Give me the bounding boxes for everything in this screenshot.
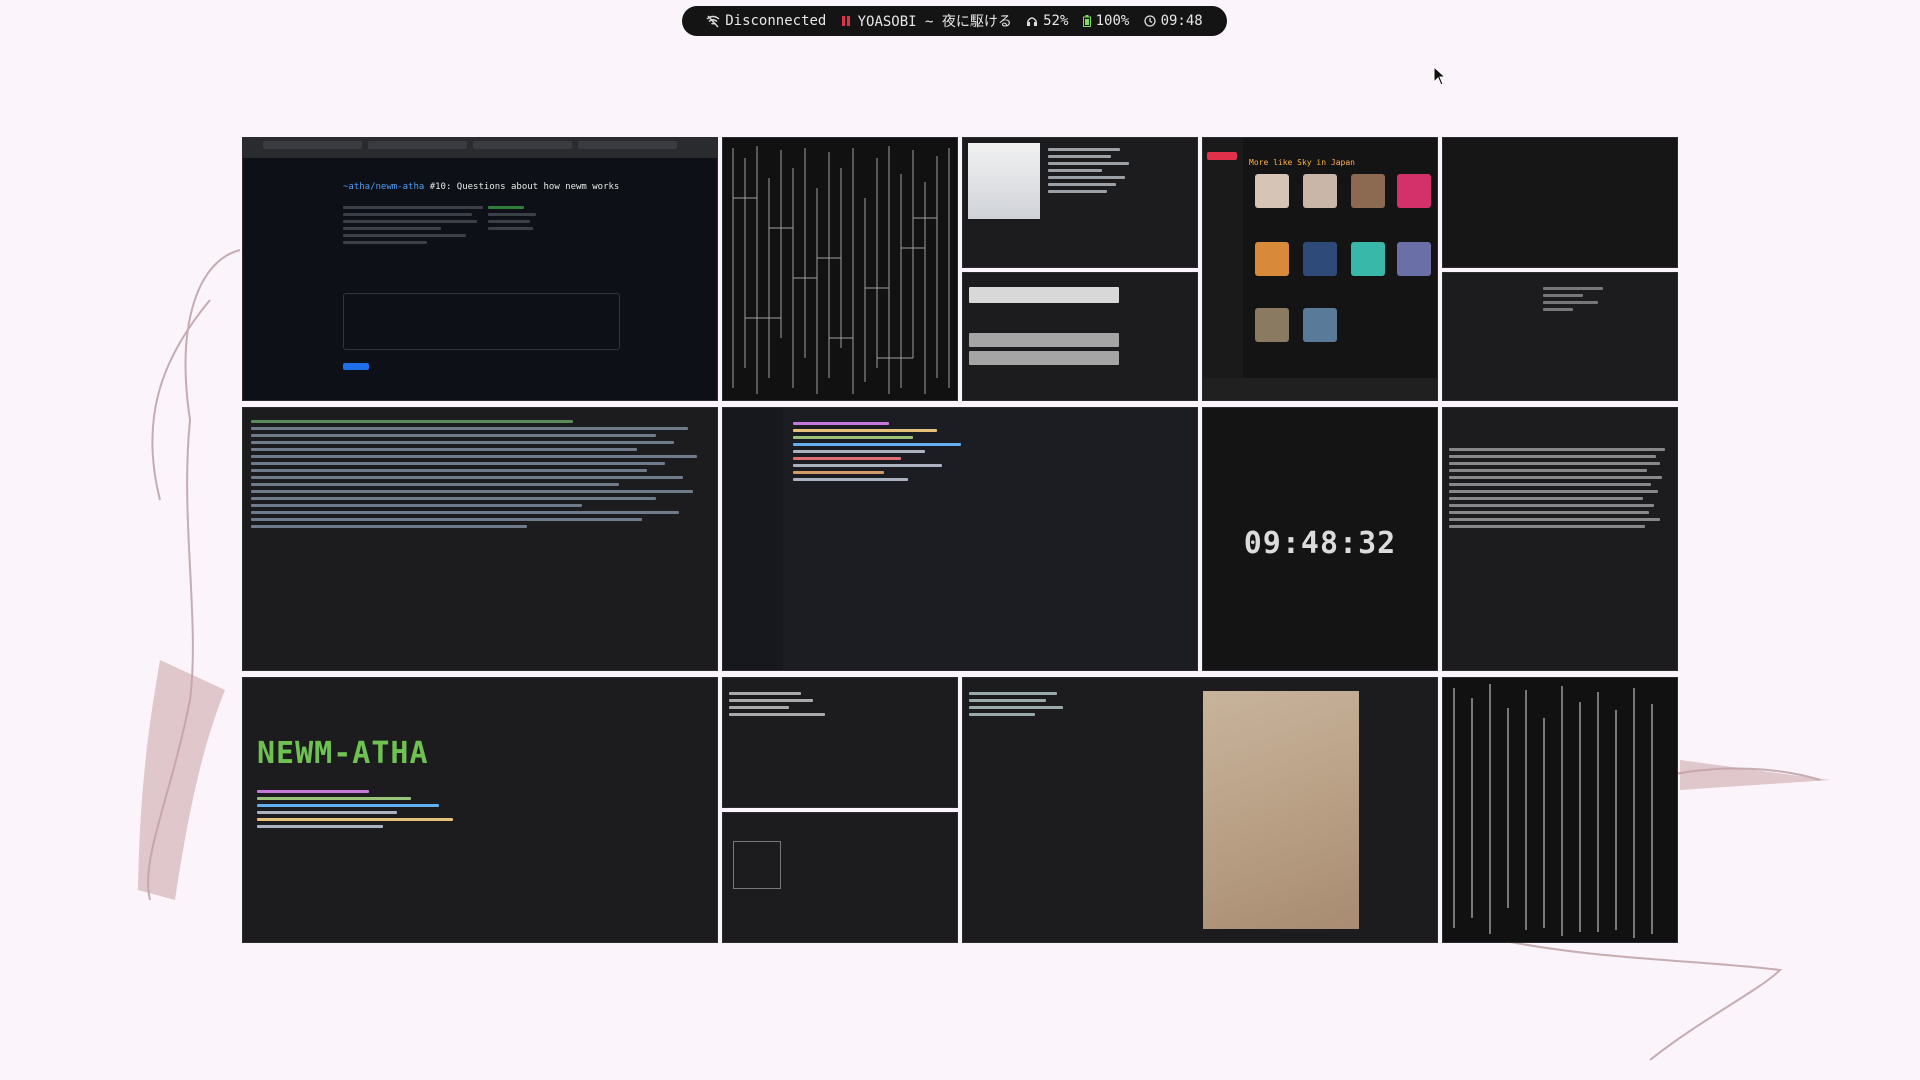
monitor-bars	[1543, 287, 1643, 315]
mouse-cursor-icon	[1433, 66, 1447, 86]
window-fetch-info[interactable]	[962, 137, 1198, 268]
ascii-row-2	[969, 333, 1119, 369]
battery-label: 100%	[1095, 13, 1130, 29]
file-list	[729, 692, 849, 720]
process-rows	[1449, 448, 1669, 532]
album-9[interactable]	[1255, 308, 1289, 342]
battery-icon	[1082, 15, 1091, 27]
ascii-art	[732, 146, 950, 394]
network-status[interactable]: Disconnected	[706, 13, 826, 29]
album-3[interactable]	[1351, 174, 1385, 208]
window-small-terminal[interactable]	[722, 812, 958, 943]
window-image-viewer[interactable]	[962, 677, 1438, 943]
window-text-editor[interactable]	[242, 407, 718, 671]
painting-image	[1203, 691, 1359, 929]
issue-title: ~atha/newm-atha #10: Questions about how…	[343, 182, 619, 192]
document-text	[251, 420, 711, 532]
issue-heading: #10: Questions about how newm works	[429, 182, 620, 192]
album-4[interactable]	[1397, 174, 1431, 208]
window-system-monitor[interactable]	[1442, 272, 1678, 401]
clock-display: 09:48:32	[1243, 526, 1397, 561]
config-lines	[257, 790, 537, 832]
music-home-button[interactable]	[1207, 152, 1237, 160]
window-file-manager[interactable]	[722, 677, 958, 808]
comment-submit-button[interactable]	[343, 363, 369, 370]
browser-toolbar	[243, 138, 717, 158]
album-5[interactable]	[1255, 242, 1289, 276]
ascii-row-1	[969, 287, 1119, 307]
issue-sidebar	[488, 206, 548, 234]
window-code-editor[interactable]	[722, 407, 1198, 671]
album-7[interactable]	[1351, 242, 1385, 276]
album-2[interactable]	[1303, 174, 1337, 208]
music-status[interactable]: YOASOBI ~ 夜に駆ける	[841, 11, 1012, 31]
album-1[interactable]	[1255, 174, 1289, 208]
file-tree[interactable]	[723, 408, 783, 670]
clock-icon	[1143, 15, 1156, 27]
matrix-rain	[1453, 684, 1653, 938]
network-label: Disconnected	[725, 13, 827, 29]
battery-status: 100%	[1082, 13, 1130, 29]
browser-tabs[interactable]	[263, 141, 677, 149]
window-matrix-rain[interactable]	[1442, 677, 1678, 943]
window-matrix-art[interactable]	[722, 137, 958, 401]
window-empty[interactable]	[1442, 137, 1678, 268]
bars-icon	[841, 16, 850, 26]
time-label: 09:48	[1160, 13, 1203, 29]
volume-label: 52%	[1043, 13, 1069, 29]
music-label: YOASOBI ~ 夜に駆ける	[857, 14, 1012, 30]
album-10[interactable]	[1303, 308, 1337, 342]
window-config-editor[interactable]: NEWM-ATHA	[242, 677, 718, 943]
mini-chart	[733, 841, 781, 889]
wifi-off-icon	[706, 15, 720, 28]
window-clock[interactable]: 09:48:32	[1202, 407, 1438, 671]
window-music-player[interactable]: More like Sky in Japan	[1202, 137, 1438, 401]
music-heading: More like Sky in Japan	[1249, 158, 1355, 167]
window-process-list[interactable]	[1442, 407, 1678, 671]
newm-banner: NEWM-ATHA	[257, 736, 429, 771]
player-controls[interactable]	[1203, 378, 1437, 400]
directory-list	[969, 692, 1079, 720]
window-browser[interactable]: ~atha/newm-atha #10: Questions about how…	[242, 137, 718, 401]
issue-repo[interactable]: ~atha/newm-atha	[343, 182, 424, 192]
music-sidebar	[1203, 138, 1243, 378]
album-8[interactable]	[1397, 242, 1431, 276]
clock-status[interactable]: 09:48	[1143, 13, 1203, 29]
album-6[interactable]	[1303, 242, 1337, 276]
comment-box[interactable]	[343, 293, 620, 350]
fetch-text	[1048, 148, 1138, 197]
anime-image	[968, 143, 1040, 219]
code-lines	[793, 422, 1033, 485]
headphones-icon	[1027, 17, 1038, 26]
issue-body	[343, 206, 483, 248]
window-ascii-ghosts[interactable]	[962, 272, 1198, 401]
status-bar: Disconnected YOASOBI ~ 夜に駆ける 52% 100% 09…	[682, 6, 1227, 36]
volume-status[interactable]: 52%	[1026, 13, 1068, 29]
